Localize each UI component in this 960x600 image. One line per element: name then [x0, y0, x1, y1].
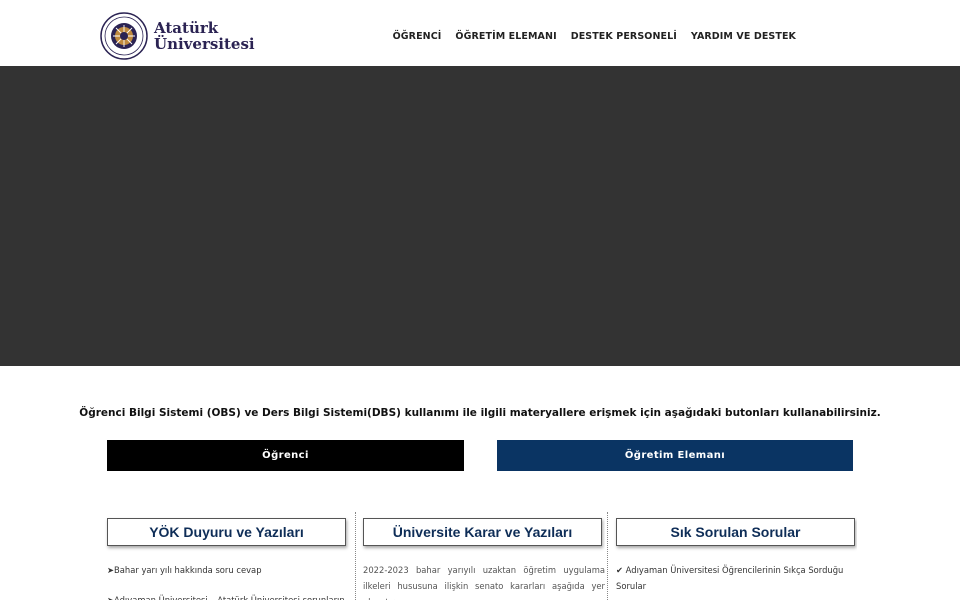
- column-body: 2022-2023 bahar yarıyılı uzaktan öğretim…: [363, 562, 605, 600]
- logo-text: Atatürk Üniversitesi: [154, 20, 255, 52]
- site-header: Atatürk Üniversitesi ÖĞRENCİ ÖĞRETİM ELE…: [0, 0, 960, 66]
- list-item[interactable]: ➤Adıyaman Üniversitesi – Atatürk Ünivers…: [107, 592, 354, 600]
- column-body: ➤Bahar yarı yılı hakkında soru cevap ➤Ad…: [107, 562, 354, 600]
- list-item[interactable]: ➤Bahar yarı yılı hakkında soru cevap: [107, 562, 354, 578]
- column-university-decisions: Üniversite Karar ve Yazıları 2022-2023 b…: [355, 512, 605, 600]
- university-logo[interactable]: Atatürk Üniversitesi: [100, 12, 255, 60]
- column-title[interactable]: YÖK Duyuru ve Yazıları: [107, 518, 346, 546]
- student-button[interactable]: Öğrenci: [107, 440, 464, 471]
- nav-item-faculty[interactable]: ÖĞRETİM ELEMANI: [455, 31, 556, 42]
- list-item[interactable]: ✔ Adıyaman Üniversitesi Öğrencilerinin S…: [616, 562, 857, 594]
- column-title[interactable]: Üniversite Karar ve Yazıları: [363, 518, 602, 546]
- nav-item-support-staff[interactable]: DESTEK PERSONELİ: [571, 31, 677, 42]
- main-nav: ÖĞRENCİ ÖĞRETİM ELEMANI DESTEK PERSONELİ…: [393, 31, 796, 42]
- nav-item-help[interactable]: YARDIM VE DESTEK: [691, 31, 796, 42]
- logo-line1: Atatürk: [154, 19, 219, 37]
- hero-banner: [0, 66, 960, 366]
- logo-line2: Üniversitesi: [154, 35, 255, 53]
- column-faq: Sık Sorulan Sorular ✔ Adıyaman Üniversit…: [607, 512, 857, 600]
- column-yok-announcements: YÖK Duyuru ve Yazıları ➤Bahar yarı yılı …: [104, 512, 354, 600]
- column-title[interactable]: Sık Sorulan Sorular: [616, 518, 855, 546]
- faculty-button[interactable]: Öğretim Elemanı: [497, 440, 853, 471]
- list-item[interactable]: 2022-2023 bahar yarıyılı uzaktan öğretim…: [363, 562, 605, 600]
- column-body: ✔ Adıyaman Üniversitesi Öğrencilerinin S…: [616, 562, 857, 594]
- nav-item-student[interactable]: ÖĞRENCİ: [393, 31, 442, 42]
- university-seal-icon: [100, 12, 148, 60]
- intro-text: Öğrenci Bilgi Sistemi (OBS) ve Ders Bilg…: [79, 407, 881, 419]
